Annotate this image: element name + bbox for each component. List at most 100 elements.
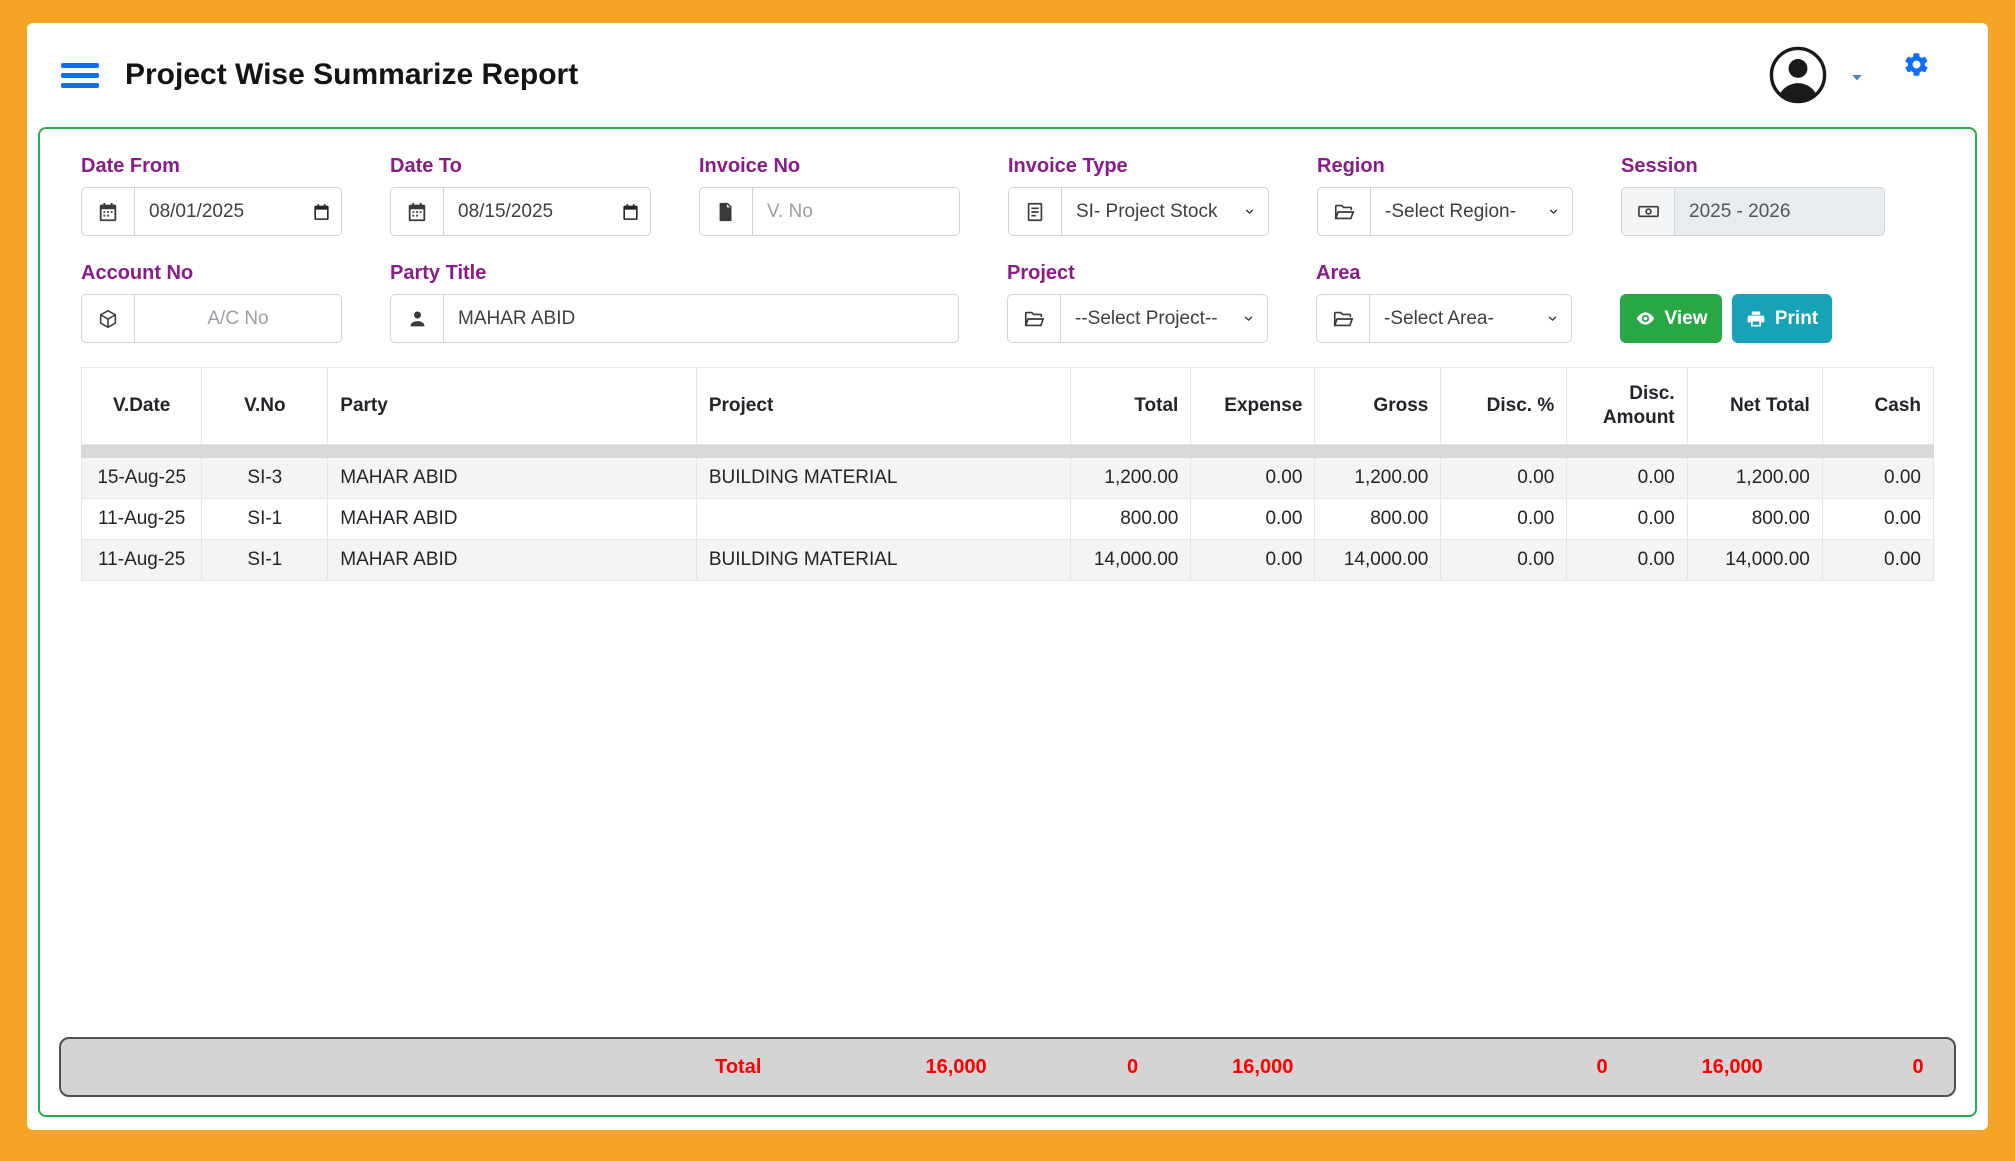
party-title-label: Party Title [390, 262, 959, 285]
area-label: Area [1316, 262, 1572, 285]
session-field: Session [1621, 155, 1885, 236]
chevron-down-icon [1547, 205, 1560, 218]
table-row: 15-Aug-25SI-3MAHAR ABIDBUILDING MATERIAL… [82, 457, 1934, 498]
table-cell: SI-1 [202, 539, 328, 580]
printer-icon [1746, 309, 1766, 329]
totals-expense: 0 [987, 1056, 1138, 1079]
column-header: Disc. Amount [1567, 368, 1687, 445]
column-header: V.Date [82, 368, 202, 445]
totals-cash: 0 [1763, 1056, 1924, 1079]
report-table-container: V.DateV.NoPartyProjectTotalExpenseGrossD… [81, 367, 1934, 1037]
account-no-input[interactable] [135, 294, 342, 343]
filter-panel: Date From Date To [40, 129, 1975, 343]
area-field: Area -Select Area- [1316, 262, 1572, 343]
totals-disc-amount: 0 [1293, 1056, 1607, 1079]
table-cell: MAHAR ABID [328, 539, 697, 580]
column-header: Party [328, 368, 697, 445]
invoice-no-field: Invoice No [699, 155, 960, 236]
table-cell: 0.00 [1191, 539, 1315, 580]
party-title-field: Party Title [390, 262, 959, 343]
table-cell: 800.00 [1070, 498, 1190, 539]
profile-dropdown-caret-icon[interactable] [1849, 69, 1865, 90]
invoice-type-select[interactable]: SI- Project Stock [1062, 187, 1269, 236]
column-header: V.No [202, 368, 328, 445]
table-cell: 1,200.00 [1315, 457, 1441, 498]
folder-open-icon [1007, 294, 1061, 343]
calendar-icon [81, 187, 135, 236]
region-select[interactable]: -Select Region- [1371, 187, 1573, 236]
table-cell: MAHAR ABID [328, 457, 697, 498]
table-cell: 1,200.00 [1687, 457, 1822, 498]
file-icon [699, 187, 753, 236]
invoice-type-label: Invoice Type [1008, 155, 1269, 178]
account-no-label: Account No [81, 262, 342, 285]
eye-icon [1635, 308, 1656, 329]
date-to-input[interactable] [444, 187, 651, 236]
page-title: Project Wise Summarize Report [125, 58, 578, 92]
print-button-label: Print [1775, 308, 1818, 330]
table-cell: 11-Aug-25 [82, 539, 202, 580]
table-cell: 0.00 [1441, 498, 1567, 539]
region-value: -Select Region- [1385, 201, 1541, 223]
report-table: V.DateV.NoPartyProjectTotalExpenseGrossD… [81, 367, 1934, 581]
table-cell: 0.00 [1822, 498, 1933, 539]
main-window: Project Wise Summarize Report Date From [27, 23, 1988, 1130]
table-cell: 800.00 [1315, 498, 1441, 539]
date-to-label: Date To [390, 155, 651, 178]
totals-gross: 16,000 [1138, 1056, 1293, 1079]
chevron-down-icon [1243, 205, 1256, 218]
date-to-field: Date To [390, 155, 651, 236]
table-cell: 15-Aug-25 [82, 457, 202, 498]
invoice-type-field: Invoice Type SI- Project Stock [1008, 155, 1269, 236]
report-panel: Date From Date To [38, 127, 1977, 1117]
region-field: Region -Select Region- [1317, 155, 1573, 236]
area-select[interactable]: -Select Area- [1370, 294, 1572, 343]
table-cell: 0.00 [1567, 539, 1687, 580]
invoice-type-value: SI- Project Stock [1076, 201, 1237, 223]
date-from-input[interactable] [135, 187, 342, 236]
area-value: -Select Area- [1384, 308, 1540, 330]
date-from-field: Date From [81, 155, 342, 236]
user-avatar[interactable] [1769, 46, 1827, 104]
table-cell: 0.00 [1191, 457, 1315, 498]
table-cell: 0.00 [1822, 539, 1933, 580]
table-cell: 14,000.00 [1070, 539, 1190, 580]
session-label: Session [1621, 155, 1885, 178]
table-cell: 800.00 [1687, 498, 1822, 539]
settings-gear-icon[interactable] [1903, 51, 1930, 83]
view-button[interactable]: View [1620, 294, 1722, 343]
table-cell: 14,000.00 [1315, 539, 1441, 580]
header: Project Wise Summarize Report [27, 23, 1988, 127]
project-value: --Select Project-- [1075, 308, 1236, 330]
table-row: 11-Aug-25SI-1MAHAR ABIDBUILDING MATERIAL… [82, 539, 1934, 580]
view-button-label: View [1665, 308, 1708, 330]
invoice-no-input[interactable] [753, 187, 960, 236]
table-header-spacer [82, 444, 1934, 457]
date-picker-icon[interactable] [312, 202, 331, 221]
chevron-down-icon [1242, 312, 1255, 325]
table-cell: MAHAR ABID [328, 498, 697, 539]
project-label: Project [1007, 262, 1268, 285]
party-title-input[interactable] [444, 294, 959, 343]
banknote-icon [1621, 187, 1675, 236]
column-header: Project [696, 368, 1070, 445]
table-cell: SI-1 [202, 498, 328, 539]
project-select[interactable]: --Select Project-- [1061, 294, 1268, 343]
print-button[interactable]: Print [1732, 294, 1832, 343]
table-header-row: V.DateV.NoPartyProjectTotalExpenseGrossD… [82, 368, 1934, 445]
table-cell: 0.00 [1567, 457, 1687, 498]
table-cell: 11-Aug-25 [82, 498, 202, 539]
totals-bar: Total 16,000 0 16,000 0 16,000 0 [59, 1037, 1956, 1097]
date-picker-icon[interactable] [621, 202, 640, 221]
menu-icon[interactable] [61, 58, 99, 93]
table-cell: 0.00 [1567, 498, 1687, 539]
document-icon [1008, 187, 1062, 236]
package-icon [81, 294, 135, 343]
table-row: 11-Aug-25SI-1MAHAR ABID800.000.00800.000… [82, 498, 1934, 539]
folder-open-icon [1316, 294, 1370, 343]
project-field: Project --Select Project-- [1007, 262, 1268, 343]
date-from-label: Date From [81, 155, 342, 178]
column-header: Disc. % [1441, 368, 1567, 445]
column-header: Total [1070, 368, 1190, 445]
table-cell: BUILDING MATERIAL [696, 457, 1070, 498]
